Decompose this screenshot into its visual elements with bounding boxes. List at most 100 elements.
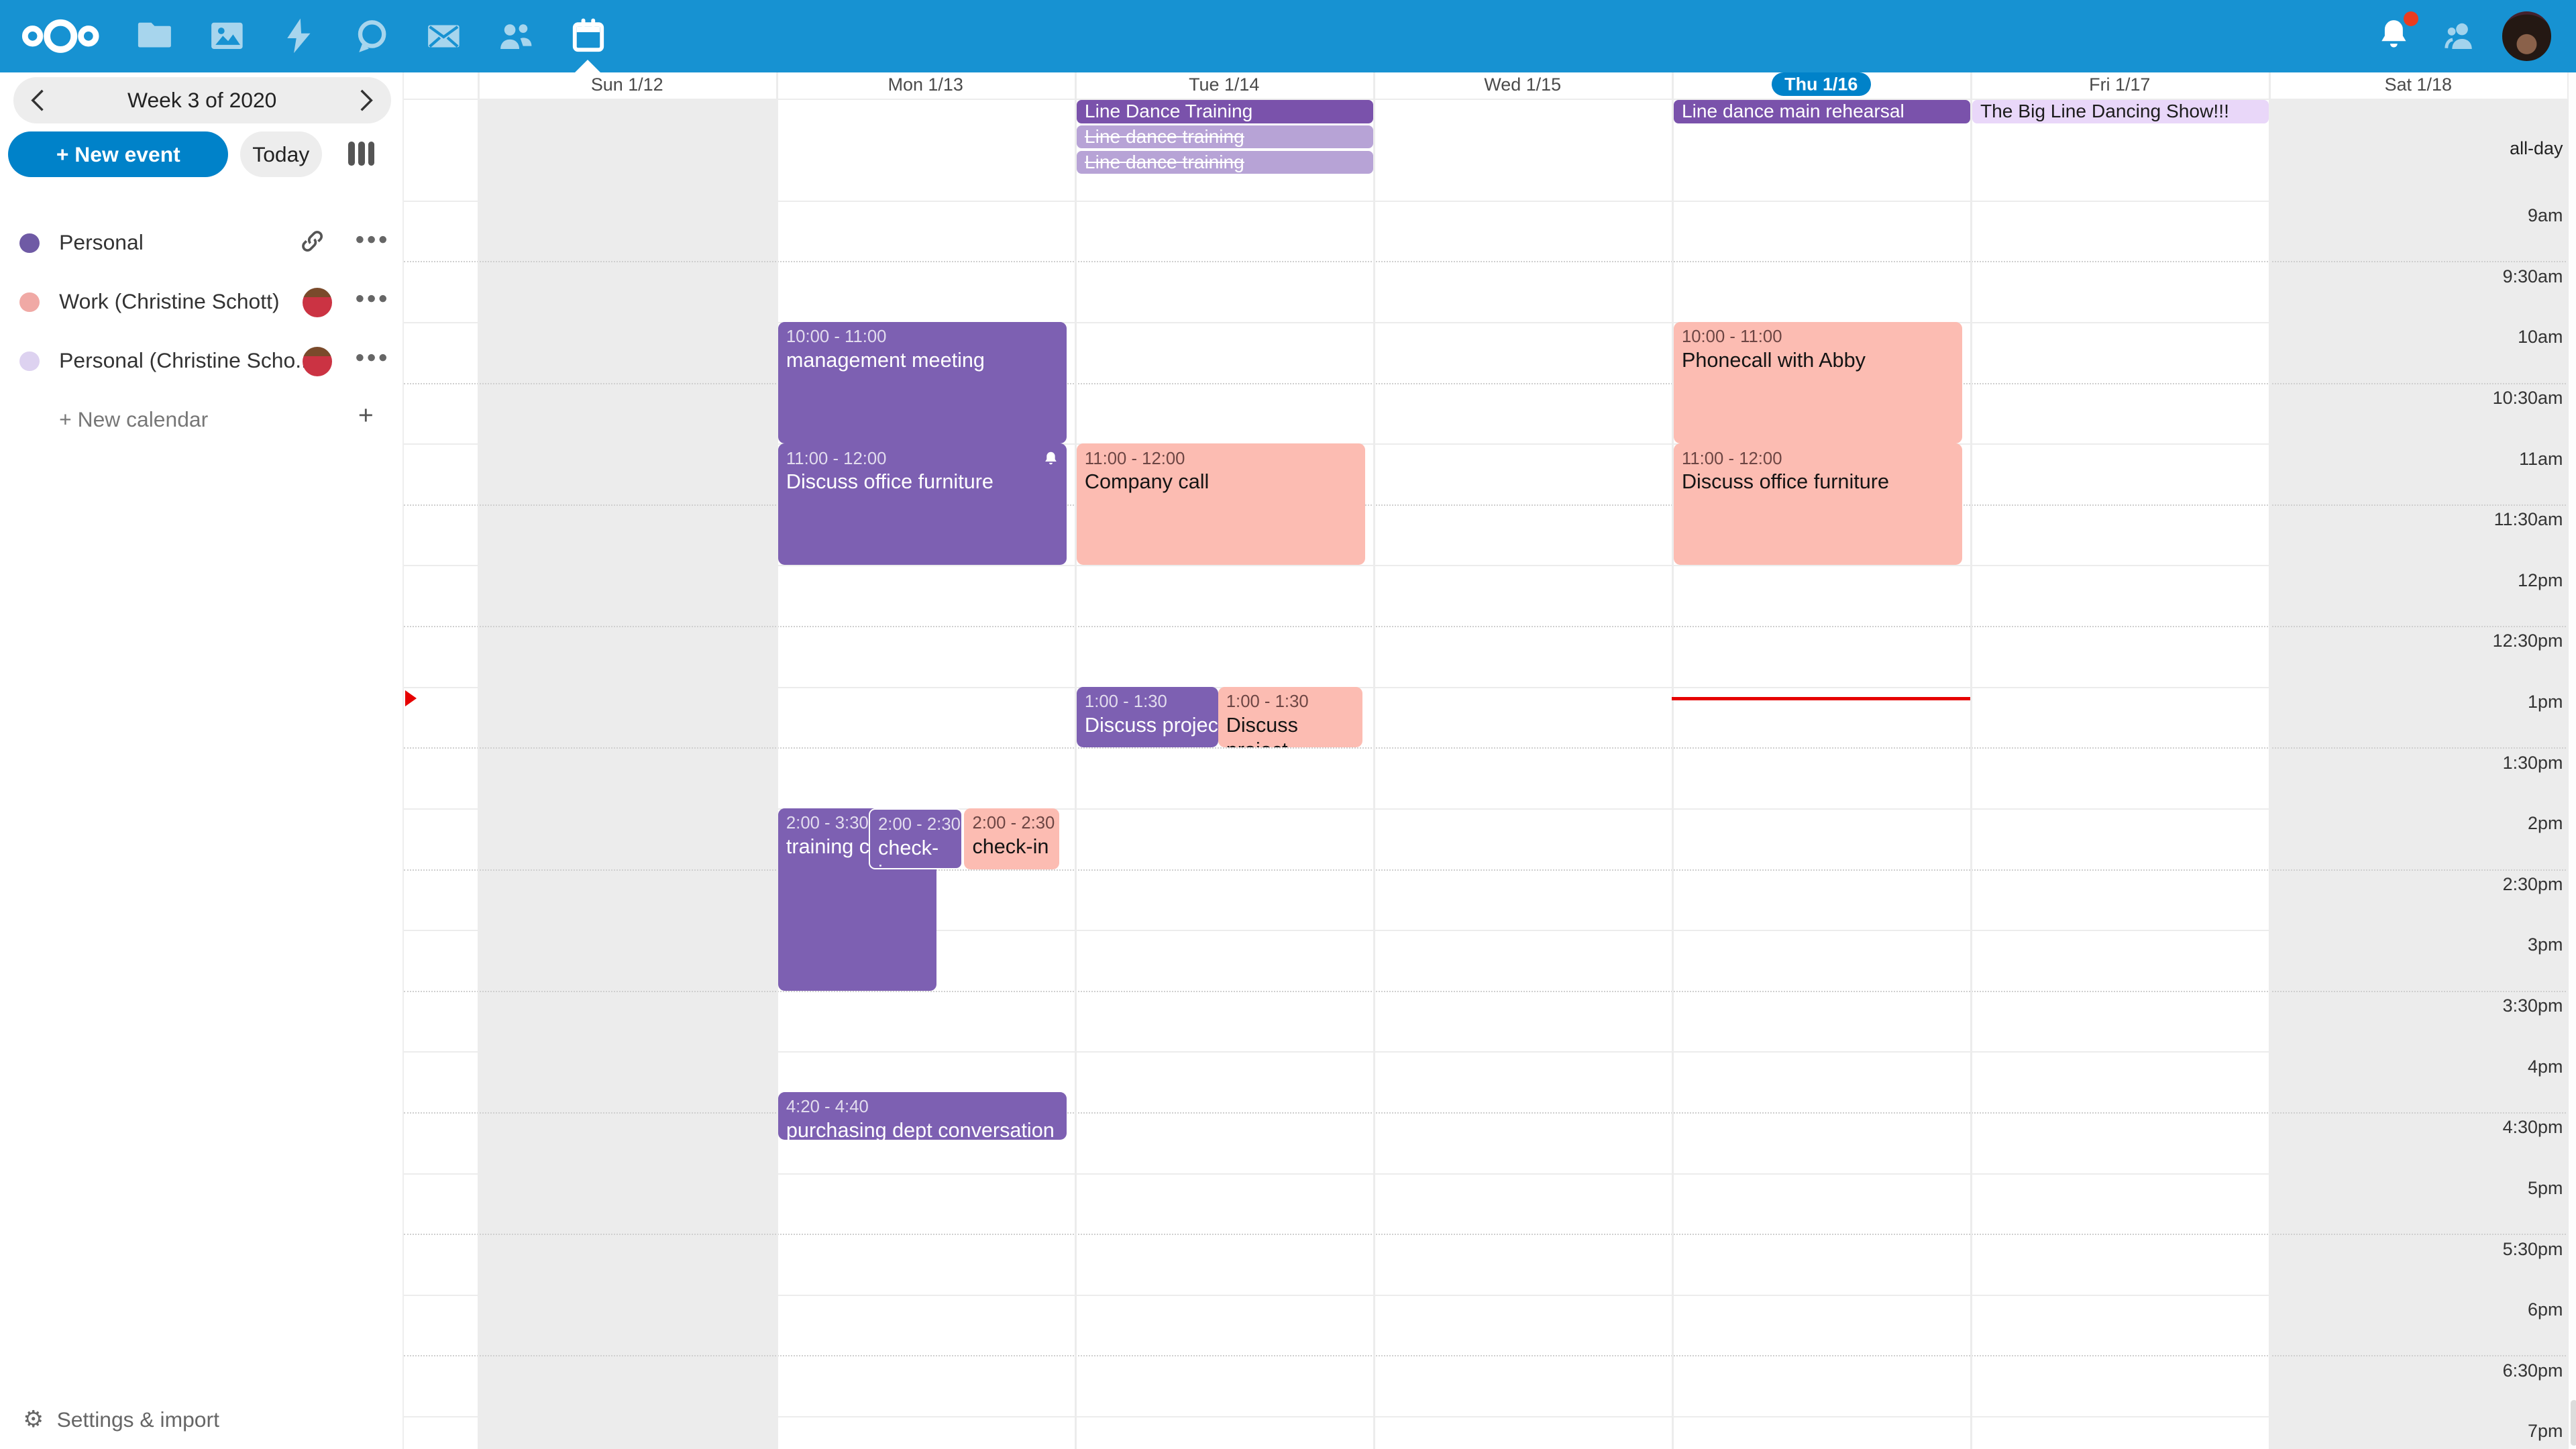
time-gridline bbox=[404, 747, 2566, 749]
event-title: management meeting bbox=[786, 348, 1059, 373]
calendar-color-dot bbox=[19, 352, 39, 371]
calendar-app-window: Week 3 of 2020 + New event Today Persona… bbox=[0, 0, 2576, 1449]
time-axis-label: 5:30pm bbox=[2503, 1239, 2563, 1260]
photos-app-icon[interactable] bbox=[207, 16, 247, 56]
time-axis-label: 10am bbox=[2518, 327, 2563, 347]
event-company-call[interactable]: 11:00 - 12:00Company call bbox=[1077, 443, 1365, 565]
allday-event[interactable]: Line Dance Training bbox=[1077, 100, 1374, 123]
allday-bottom-border bbox=[404, 201, 2576, 202]
time-gridline bbox=[404, 930, 2566, 931]
notification-badge bbox=[2404, 11, 2418, 26]
view-toggle-button[interactable] bbox=[348, 142, 374, 166]
calendar-menu-icon[interactable]: ●●● bbox=[355, 230, 390, 249]
settings-import-button[interactable]: ⚙ Settings & import bbox=[23, 1406, 219, 1433]
notifications-bell-icon[interactable] bbox=[2374, 16, 2414, 56]
event-phonecall-with-abby[interactable]: 10:00 - 11:00Phonecall with Abby bbox=[1674, 322, 1962, 443]
time-gridline bbox=[404, 1051, 2566, 1053]
new-calendar-plus-icon[interactable]: + bbox=[358, 401, 374, 431]
time-gridline bbox=[404, 1173, 2566, 1175]
event-title: check-in bbox=[878, 836, 953, 869]
time-gridline bbox=[404, 261, 2566, 262]
previous-week-icon[interactable] bbox=[26, 87, 52, 113]
event-title: Discuss project ann bbox=[1085, 713, 1210, 738]
calendar-name: Personal bbox=[59, 230, 144, 255]
event-discuss-project-announcement[interactable]: 1:00 - 1:30Discuss project ann bbox=[1077, 687, 1218, 748]
today-pill[interactable]: Thu 1/16 bbox=[1772, 72, 1871, 96]
time-gridline bbox=[404, 383, 2566, 384]
shared-by-avatar bbox=[303, 288, 332, 317]
event-time: 4:20 - 4:40 bbox=[786, 1097, 1059, 1118]
time-gridline bbox=[404, 1355, 2566, 1356]
time-axis-label: 2pm bbox=[2528, 813, 2563, 834]
nextcloud-logo[interactable] bbox=[19, 15, 101, 58]
time-axis-label: 4:30pm bbox=[2503, 1117, 2563, 1138]
contacts-menu-icon[interactable] bbox=[2440, 16, 2479, 56]
allday-event[interactable]: Line dance training bbox=[1077, 125, 1374, 148]
calendar-list-item-personal-christine[interactable]: Personal (Christine Scho... ●●● bbox=[0, 335, 402, 388]
scrollbar-track[interactable] bbox=[2567, 72, 2576, 1449]
time-axis-label: 9am bbox=[2528, 205, 2563, 226]
time-axis-label: 9:30am bbox=[2503, 266, 2563, 287]
time-gridline bbox=[404, 565, 2566, 566]
day-header-sat: Sat 1/18 bbox=[2269, 72, 2567, 99]
mail-app-icon[interactable] bbox=[424, 16, 464, 56]
event-title: check-in bbox=[972, 835, 1051, 859]
event-time: 11:00 - 12:00 bbox=[1085, 449, 1357, 470]
time-axis-label: 10:30am bbox=[2493, 388, 2563, 409]
event-check-in[interactable]: 2:00 - 2:30check-in bbox=[869, 808, 963, 869]
talk-app-icon[interactable] bbox=[352, 16, 391, 56]
day-header-tue: Tue 1/14 bbox=[1075, 72, 1373, 99]
day-header-sun: Sun 1/12 bbox=[478, 72, 776, 99]
files-app-icon[interactable] bbox=[135, 16, 174, 56]
time-axis-label: 1pm bbox=[2528, 692, 2563, 712]
time-axis-label: 3pm bbox=[2528, 934, 2563, 955]
event-purchasing-dept-conversation[interactable]: 4:20 - 4:40purchasing dept conversation bbox=[778, 1092, 1067, 1140]
time-gridline bbox=[404, 1234, 2566, 1235]
event-title: Discuss office furniture bbox=[786, 470, 1059, 494]
scrollbar-thumb[interactable] bbox=[2571, 1400, 2576, 1446]
calendar-week-view: 9am9:30am10am10:30am11am11:30am12pm12:30… bbox=[402, 72, 2576, 1449]
calendar-menu-icon[interactable]: ●●● bbox=[355, 348, 390, 367]
time-gridline bbox=[404, 808, 2566, 810]
calendar-menu-icon[interactable]: ●●● bbox=[355, 289, 390, 308]
new-event-button[interactable]: + New event bbox=[8, 131, 228, 178]
time-axis-label: 1:30pm bbox=[2503, 753, 2563, 773]
new-calendar-button[interactable]: + New calendar bbox=[59, 407, 208, 432]
event-discuss-office-furniture[interactable]: 11:00 - 12:00Discuss office furniture bbox=[1674, 443, 1962, 565]
next-week-icon[interactable] bbox=[352, 87, 378, 113]
event-discuss-office-furniture[interactable]: 11:00 - 12:00Discuss office furniture bbox=[778, 443, 1067, 565]
event-time: 1:00 - 1:30 bbox=[1226, 692, 1354, 713]
time-gridline bbox=[404, 869, 2566, 871]
column-divider bbox=[1970, 72, 1972, 1449]
user-avatar[interactable] bbox=[2502, 11, 2551, 60]
week-navigation[interactable]: Week 3 of 2020 bbox=[13, 77, 391, 123]
allday-event[interactable]: The Big Line Dancing Show!!! bbox=[1972, 100, 2269, 123]
gear-icon: ⚙ bbox=[23, 1407, 44, 1432]
event-check-in[interactable]: 2:00 - 2:30check-in bbox=[964, 808, 1059, 869]
time-gridline bbox=[404, 626, 2566, 627]
contacts-app-icon[interactable] bbox=[496, 16, 536, 56]
event-discuss-project-announcement[interactable]: 1:00 - 1:30Discuss project announcement bbox=[1218, 687, 1362, 748]
time-gridline bbox=[404, 687, 2566, 688]
allday-event[interactable]: Line dance training bbox=[1077, 151, 1374, 174]
calendar-list-item-personal[interactable]: Personal ●●● bbox=[0, 217, 402, 269]
time-axis-label: 4pm bbox=[2528, 1057, 2563, 1077]
time-axis-label: 5pm bbox=[2528, 1178, 2563, 1199]
settings-label: Settings & import bbox=[57, 1407, 219, 1432]
calendar-app-icon[interactable] bbox=[568, 16, 608, 56]
share-link-icon[interactable] bbox=[299, 228, 325, 254]
week-label[interactable]: Week 3 of 2020 bbox=[62, 77, 341, 123]
calendar-name: Personal (Christine Scho... bbox=[59, 348, 313, 373]
column-divider bbox=[2269, 72, 2270, 1449]
event-time: 2:00 - 2:30 bbox=[972, 813, 1051, 835]
current-time-line bbox=[1672, 697, 1970, 700]
column-divider bbox=[1672, 72, 1673, 1449]
event-management-meeting[interactable]: 10:00 - 11:00management meeting bbox=[778, 322, 1067, 443]
today-button[interactable]: Today bbox=[240, 131, 322, 178]
event-time: 1:00 - 1:30 bbox=[1085, 692, 1210, 713]
activity-app-icon[interactable] bbox=[279, 16, 319, 56]
calendar-list-item-work[interactable]: Work (Christine Schott) ●●● bbox=[0, 276, 402, 328]
event-title: purchasing dept conversation bbox=[786, 1118, 1059, 1140]
allday-event[interactable]: Line dance main rehearsal bbox=[1674, 100, 1971, 123]
event-time: 11:00 - 12:00 bbox=[786, 449, 1059, 470]
